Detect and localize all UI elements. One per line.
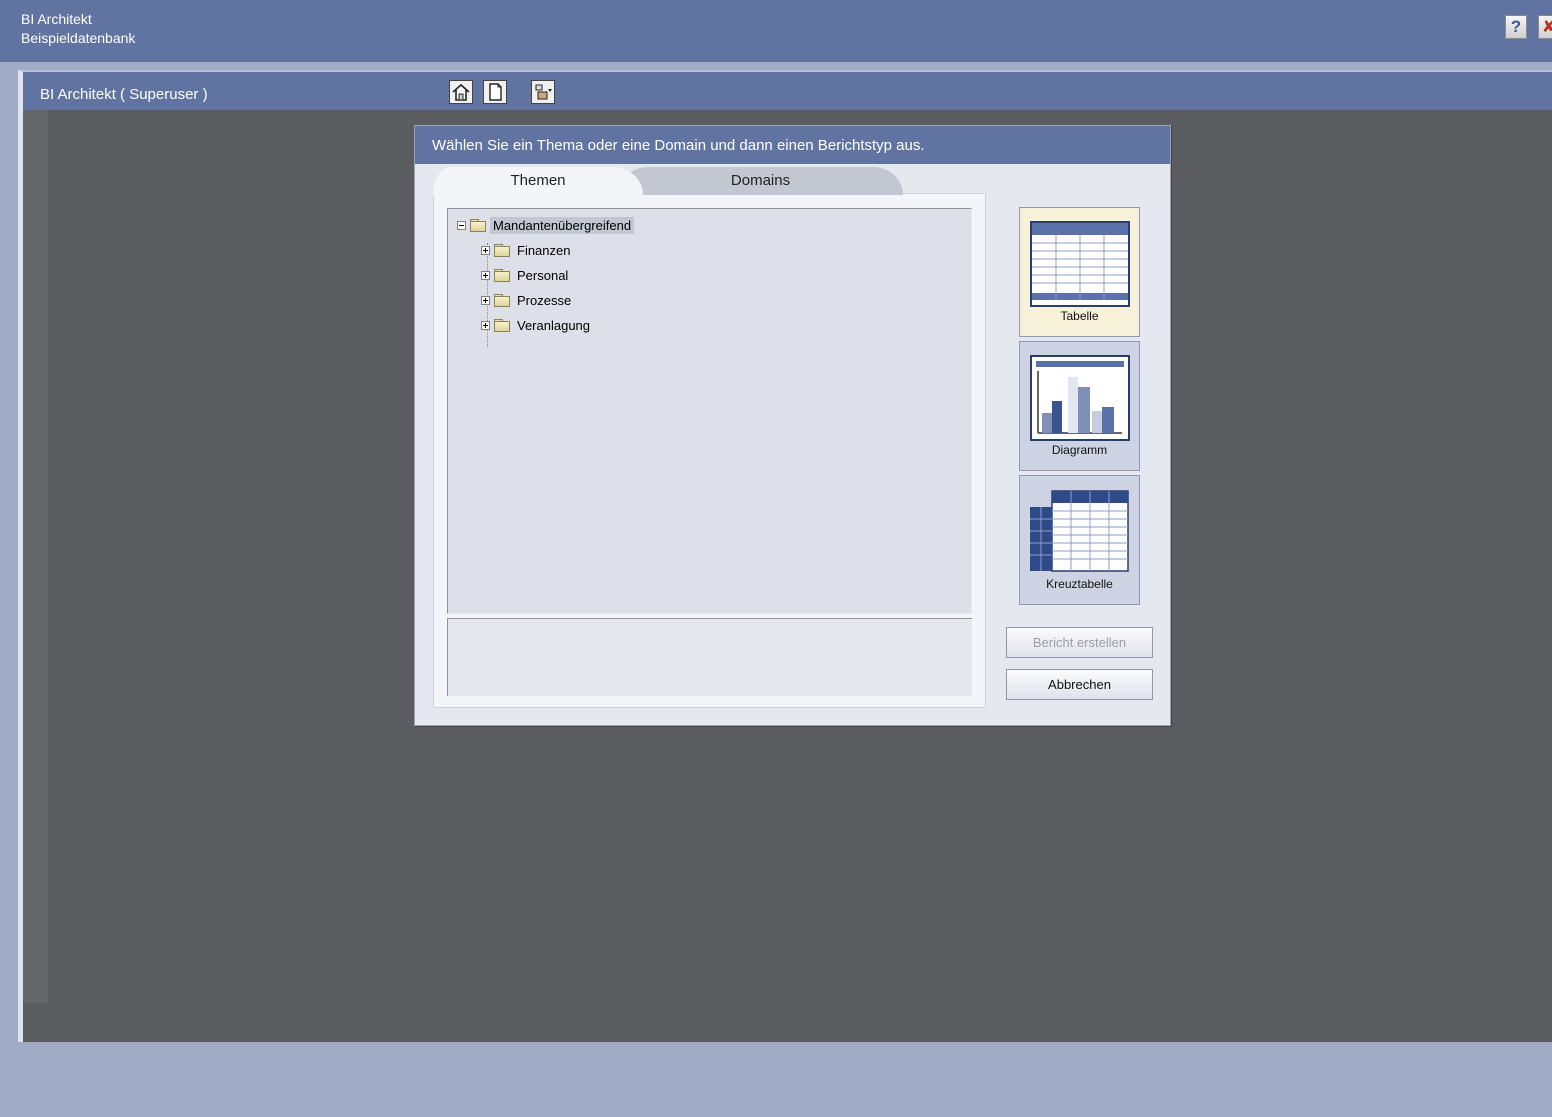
home-icon[interactable] bbox=[449, 80, 473, 104]
expand-icon[interactable] bbox=[481, 270, 490, 280]
table-icon bbox=[1030, 221, 1130, 307]
footer-area bbox=[0, 1042, 1552, 1117]
report-wizard-dialog: Wählen Sie ein Thema oder eine Domain un… bbox=[414, 125, 1171, 726]
tree-node-label: Prozesse bbox=[517, 292, 572, 308]
tools-icon[interactable] bbox=[531, 80, 555, 104]
folder-icon bbox=[470, 218, 486, 232]
report-type-kreuztabelle[interactable]: Kreuztabelle bbox=[1019, 475, 1140, 605]
create-report-button[interactable]: Bericht erstellen bbox=[1006, 627, 1153, 658]
folder-icon bbox=[494, 268, 510, 282]
app-name: BI Architekt bbox=[21, 11, 92, 27]
report-type-tabelle[interactable]: Tabelle bbox=[1019, 207, 1140, 337]
expand-icon[interactable] bbox=[481, 245, 490, 255]
workspace-title: BI Architekt ( Superuser ) bbox=[40, 86, 208, 103]
themen-panel: Mandantenübergreifend Finanzen Personal … bbox=[433, 193, 986, 708]
folder-icon bbox=[494, 243, 510, 257]
expand-icon[interactable] bbox=[481, 320, 490, 330]
tree-node-root[interactable]: Mandantenübergreifend bbox=[457, 215, 635, 235]
tree-node-label: Veranlagung bbox=[517, 317, 591, 333]
tree-node-veranlagung[interactable]: Veranlagung bbox=[481, 315, 593, 335]
report-type-label: Kreuztabelle bbox=[1046, 577, 1113, 591]
logout-button[interactable]: ✘ bbox=[1538, 15, 1552, 39]
help-button[interactable]: ? bbox=[1505, 15, 1527, 39]
tree-node-finanzen[interactable]: Finanzen bbox=[481, 240, 573, 260]
report-type-diagramm[interactable]: Diagramm bbox=[1019, 341, 1140, 471]
crosstab-icon bbox=[1030, 490, 1129, 572]
database-name: Beispieldatenbank bbox=[21, 30, 136, 46]
tree-node-label: Mandantenübergreifend bbox=[490, 216, 635, 234]
new-document-icon[interactable] bbox=[483, 80, 507, 104]
folder-icon bbox=[494, 293, 510, 307]
report-type-label: Diagramm bbox=[1051, 443, 1108, 457]
folder-icon bbox=[494, 318, 510, 332]
cancel-button[interactable]: Abbrechen bbox=[1006, 669, 1153, 700]
description-box bbox=[447, 618, 972, 696]
collapse-icon[interactable] bbox=[457, 220, 466, 230]
bar-chart-icon bbox=[1030, 355, 1130, 441]
app-header: BI Architekt Beispieldatenbank ? ✘ bbox=[0, 0, 1552, 62]
report-type-label: Tabelle bbox=[1060, 309, 1099, 323]
tab-bar: Themen Domains bbox=[433, 167, 903, 195]
expand-icon[interactable] bbox=[481, 295, 490, 305]
topic-tree: Mandantenübergreifend Finanzen Personal … bbox=[447, 208, 972, 614]
tree-node-prozesse[interactable]: Prozesse bbox=[481, 290, 574, 310]
side-strip bbox=[23, 110, 48, 1003]
workspace-toolbar: BI Architekt ( Superuser ) bbox=[23, 72, 1552, 110]
dialog-title: Wählen Sie ein Thema oder eine Domain un… bbox=[415, 126, 1170, 164]
tree-node-label: Finanzen bbox=[517, 242, 571, 258]
tree-node-label: Personal bbox=[517, 267, 569, 283]
tab-domains[interactable]: Domains bbox=[618, 167, 903, 195]
tab-themen[interactable]: Themen bbox=[433, 167, 643, 195]
tree-node-personal[interactable]: Personal bbox=[481, 265, 571, 285]
